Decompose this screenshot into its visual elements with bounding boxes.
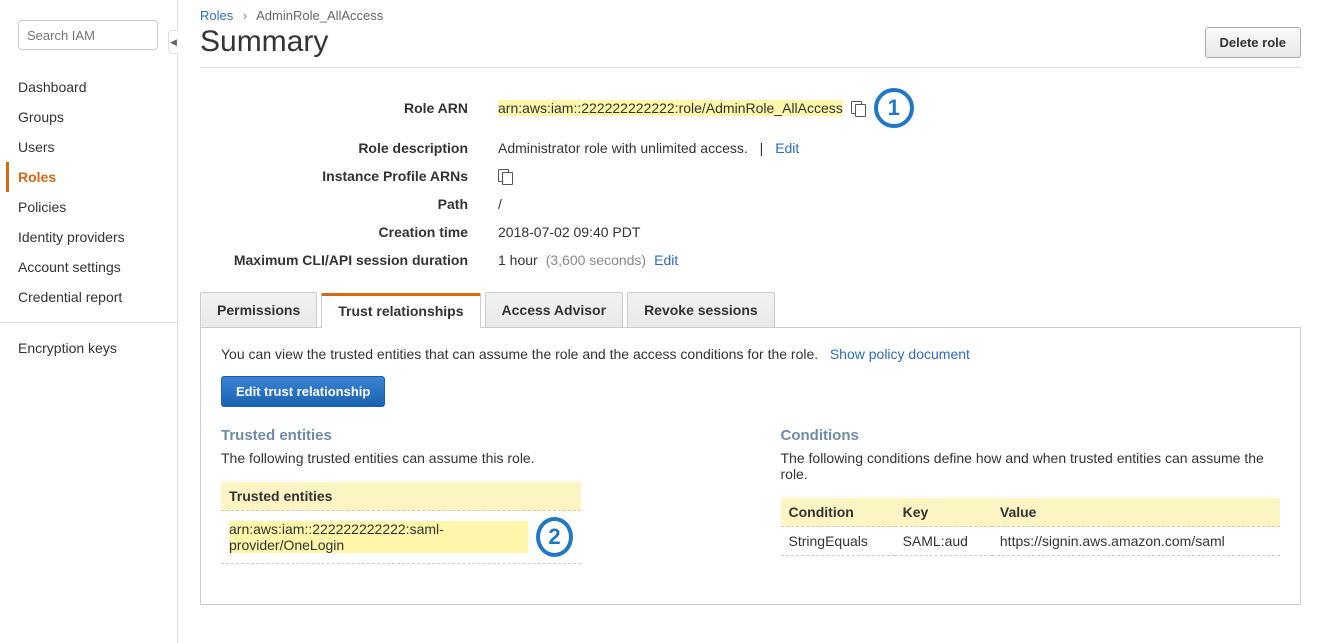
conditions-description: The following conditions define how and … (781, 450, 1281, 482)
separator: | (756, 140, 767, 156)
table-row: StringEquals SAML:aud https://signin.aws… (781, 527, 1281, 556)
sidebar-item-credential-report[interactable]: Credential report (18, 282, 177, 312)
condition-key: SAML:aud (895, 527, 992, 556)
page-title: Summary (200, 25, 328, 59)
trusted-entities-header: Trusted entities (221, 482, 581, 511)
label-instance-profile-arns: Instance Profile ARNs (200, 168, 498, 184)
sidebar-item-groups[interactable]: Groups (18, 102, 177, 132)
trusted-entities-title: Trusted entities (221, 427, 721, 444)
sidebar-nav: Dashboard Groups Users Roles Policies Id… (18, 72, 177, 363)
value-max-session: 1 hour (498, 252, 538, 268)
trust-relationships-panel: You can view the trusted entities that c… (200, 328, 1301, 605)
sidebar-item-policies[interactable]: Policies (18, 192, 177, 222)
show-policy-document-link[interactable]: Show policy document (830, 346, 970, 362)
label-path: Path (200, 196, 498, 212)
tab-trust-relationships[interactable]: Trust relationships (321, 293, 480, 328)
sidebar: ◀ Dashboard Groups Users Roles Policies … (0, 0, 178, 643)
trusted-entities-section: Trusted entities The following trusted e… (221, 427, 721, 564)
sidebar-item-account-settings[interactable]: Account settings (18, 252, 177, 282)
trusted-entities-table: Trusted entities arn:aws:iam::2222222222… (221, 482, 581, 564)
sidebar-item-users[interactable]: Users (18, 132, 177, 162)
tab-revoke-sessions[interactable]: Revoke sessions (627, 292, 775, 327)
breadcrumb-root[interactable]: Roles (200, 8, 233, 23)
conditions-table: Condition Key Value StringEquals SAML:au… (781, 498, 1281, 556)
tab-bar: Permissions Trust relationships Access A… (200, 292, 1301, 328)
search-input[interactable] (18, 20, 158, 50)
conditions-header-value: Value (992, 498, 1280, 527)
annotation-callout-1: 1 (874, 88, 914, 128)
copy-icon[interactable] (498, 169, 513, 184)
conditions-header-condition: Condition (781, 498, 895, 527)
breadcrumb: Roles › AdminRole_AllAccess (200, 8, 1301, 23)
label-role-description: Role description (200, 140, 498, 156)
value-path: / (498, 196, 502, 212)
trusted-entities-description: The following trusted entities can assum… (221, 450, 721, 466)
breadcrumb-current: AdminRole_AllAccess (256, 8, 383, 23)
sidebar-item-identity-providers[interactable]: Identity providers (18, 222, 177, 252)
trusted-entity-arn: arn:aws:iam::222222222222:saml-provider/… (229, 521, 528, 553)
delete-role-button[interactable]: Delete role (1205, 27, 1301, 58)
value-max-session-seconds: (3,600 seconds) (546, 252, 646, 268)
label-role-arn: Role ARN (200, 100, 498, 116)
copy-icon[interactable] (851, 101, 866, 116)
value-role-arn: arn:aws:iam::222222222222:role/AdminRole… (498, 100, 843, 116)
edit-session-link[interactable]: Edit (654, 252, 678, 268)
breadcrumb-separator: › (243, 8, 247, 23)
tab-permissions[interactable]: Permissions (200, 292, 317, 327)
tab-access-advisor[interactable]: Access Advisor (485, 292, 624, 327)
sidebar-item-roles[interactable]: Roles (6, 162, 177, 192)
label-creation-time: Creation time (200, 224, 498, 240)
conditions-section: Conditions The following conditions defi… (781, 427, 1281, 564)
sidebar-collapse-handle[interactable]: ◀ (168, 30, 178, 54)
table-row: arn:aws:iam::222222222222:saml-provider/… (221, 511, 581, 564)
edit-description-link[interactable]: Edit (775, 140, 799, 156)
trust-panel-description: You can view the trusted entities that c… (221, 346, 818, 362)
condition-name: StringEquals (781, 527, 895, 556)
conditions-header-key: Key (895, 498, 992, 527)
value-role-description: Administrator role with unlimited access… (498, 140, 748, 156)
conditions-title: Conditions (781, 427, 1281, 444)
condition-value: https://signin.aws.amazon.com/saml (992, 527, 1280, 556)
value-creation-time: 2018-07-02 09:40 PDT (498, 224, 640, 240)
label-max-session: Maximum CLI/API session duration (200, 252, 498, 268)
edit-trust-relationship-button[interactable]: Edit trust relationship (221, 376, 385, 407)
sidebar-item-dashboard[interactable]: Dashboard (18, 72, 177, 102)
annotation-callout-2: 2 (536, 517, 573, 557)
sidebar-divider (0, 322, 177, 323)
role-details: Role ARN arn:aws:iam::222222222222:role/… (200, 82, 1301, 274)
main-content: Roles › AdminRole_AllAccess Summary Dele… (178, 0, 1317, 643)
sidebar-item-encryption-keys[interactable]: Encryption keys (18, 333, 177, 363)
